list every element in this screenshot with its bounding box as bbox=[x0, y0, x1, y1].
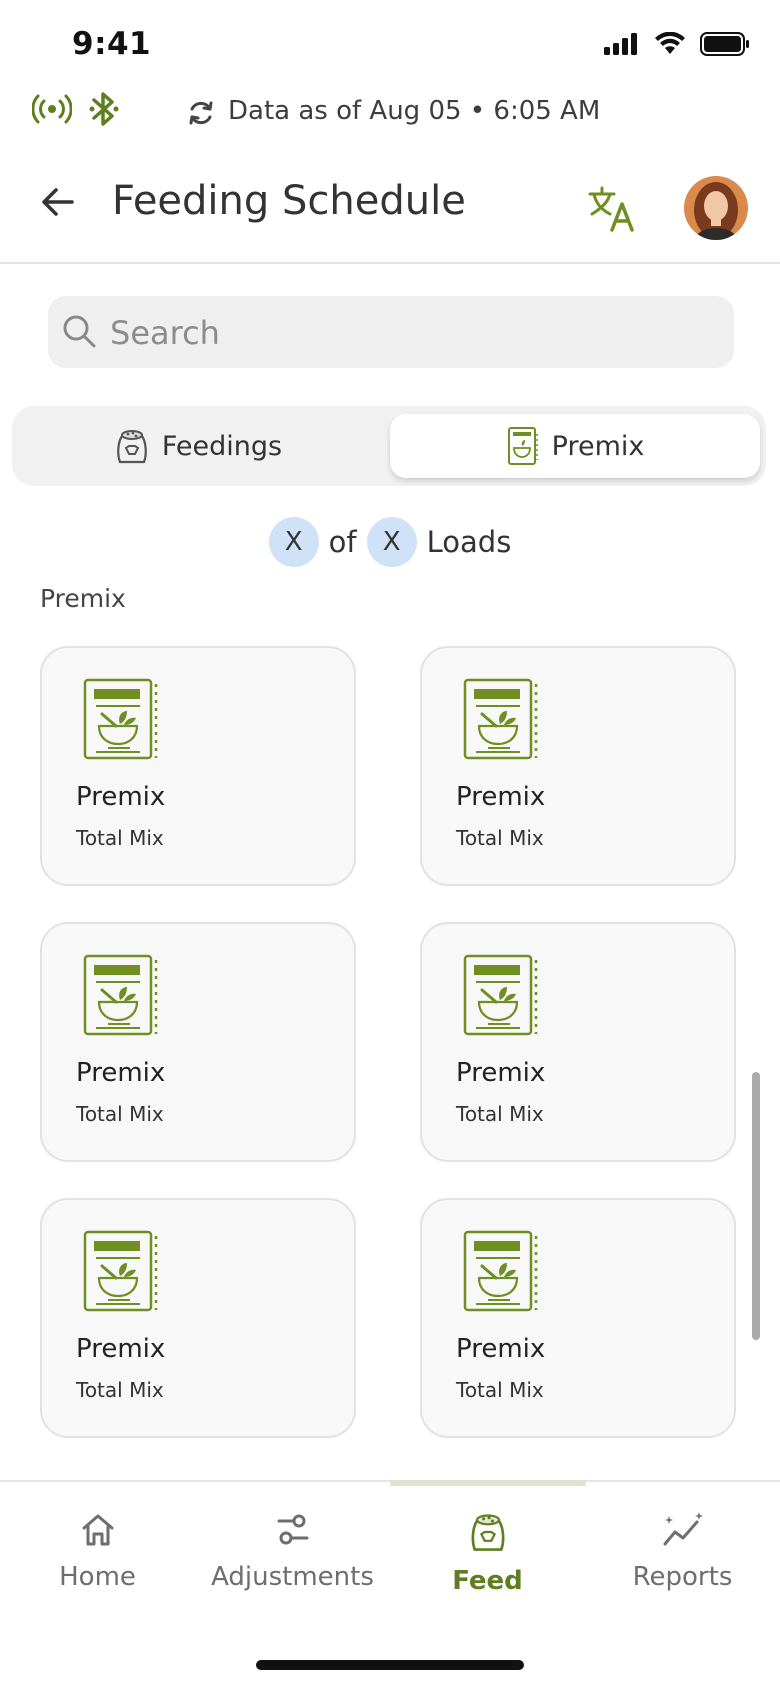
back-arrow-icon[interactable] bbox=[38, 182, 78, 222]
card-title: Premix bbox=[456, 1334, 546, 1364]
nav-reports-label: Reports bbox=[632, 1562, 733, 1592]
premix-book-icon bbox=[463, 954, 538, 1036]
premix-card[interactable]: Premix Total Mix bbox=[420, 646, 736, 886]
card-subtitle: Total Mix bbox=[76, 1378, 164, 1402]
user-avatar[interactable] bbox=[684, 176, 748, 240]
card-title: Premix bbox=[456, 1058, 546, 1088]
card-subtitle: Total Mix bbox=[456, 1378, 544, 1402]
search-icon bbox=[63, 315, 96, 348]
premix-book-icon bbox=[83, 954, 158, 1036]
nav-feed-label: Feed bbox=[452, 1566, 523, 1596]
nav-adjustments-label: Adjustments bbox=[211, 1562, 374, 1592]
tab-premix[interactable]: Premix bbox=[390, 414, 760, 478]
premix-book-icon bbox=[463, 678, 538, 760]
nav-adjustments[interactable]: Adjustments bbox=[195, 1510, 390, 1620]
loads-of-label: of bbox=[328, 525, 357, 559]
card-title: Premix bbox=[76, 1058, 166, 1088]
premix-book-icon bbox=[83, 1230, 158, 1312]
home-indicator[interactable] bbox=[256, 1660, 524, 1670]
premix-card[interactable]: Premix Total Mix bbox=[420, 922, 736, 1162]
card-title: Premix bbox=[76, 1334, 166, 1364]
battery-icon bbox=[700, 32, 749, 56]
tab-feedings-label: Feedings bbox=[161, 430, 283, 462]
data-timestamp: Data as of Aug 05 • 6:05 AM bbox=[228, 96, 601, 126]
reports-icon bbox=[663, 1512, 703, 1546]
adjustments-icon bbox=[277, 1514, 308, 1545]
section-heading: Premix bbox=[40, 584, 126, 613]
card-subtitle: Total Mix bbox=[456, 826, 544, 850]
sync-icon[interactable] bbox=[186, 98, 216, 128]
system-status-icons bbox=[604, 32, 750, 56]
broadcast-signal-icon bbox=[32, 94, 72, 124]
feed-bag-icon bbox=[471, 1514, 504, 1551]
loads-suffix-label: Loads bbox=[426, 525, 512, 559]
wifi-icon bbox=[655, 32, 685, 54]
premix-card[interactable]: Premix Total Mix bbox=[40, 1198, 356, 1438]
status-time: 9:41 bbox=[72, 26, 152, 62]
home-icon bbox=[82, 1514, 113, 1546]
premix-card[interactable]: Premix Total Mix bbox=[40, 646, 356, 886]
premix-book-icon bbox=[83, 678, 158, 760]
page-title: Feeding Schedule bbox=[112, 178, 466, 224]
bluetooth-icon bbox=[89, 92, 119, 126]
premix-card[interactable]: Premix Total Mix bbox=[420, 1198, 736, 1438]
search-input[interactable] bbox=[108, 296, 712, 370]
loads-total-badge: X bbox=[366, 517, 417, 567]
loads-counter: X of X Loads bbox=[0, 516, 780, 568]
search-bar[interactable] bbox=[48, 296, 734, 370]
scrollbar-thumb[interactable] bbox=[752, 1072, 760, 1340]
loads-current-badge: X bbox=[268, 517, 319, 567]
tab-premix-label: Premix bbox=[551, 430, 645, 462]
active-tab-indicator bbox=[390, 1480, 586, 1486]
tab-feedings[interactable]: Feedings bbox=[16, 414, 378, 478]
card-subtitle: Total Mix bbox=[456, 1102, 544, 1126]
premix-book-icon bbox=[507, 427, 538, 465]
avatar-image bbox=[684, 176, 748, 240]
card-title: Premix bbox=[76, 782, 166, 812]
nav-feed[interactable]: Feed bbox=[390, 1510, 585, 1620]
card-title: Premix bbox=[456, 782, 546, 812]
feed-bag-icon bbox=[117, 430, 147, 464]
premix-card[interactable]: Premix Total Mix bbox=[40, 922, 356, 1162]
card-subtitle: Total Mix bbox=[76, 826, 164, 850]
premix-book-icon bbox=[463, 1230, 538, 1312]
translate-icon[interactable] bbox=[588, 186, 636, 232]
cellular-signal-icon bbox=[604, 33, 637, 55]
nav-home[interactable]: Home bbox=[0, 1510, 195, 1620]
nav-reports[interactable]: Reports bbox=[585, 1510, 780, 1620]
card-subtitle: Total Mix bbox=[76, 1102, 164, 1126]
nav-home-label: Home bbox=[59, 1562, 136, 1592]
